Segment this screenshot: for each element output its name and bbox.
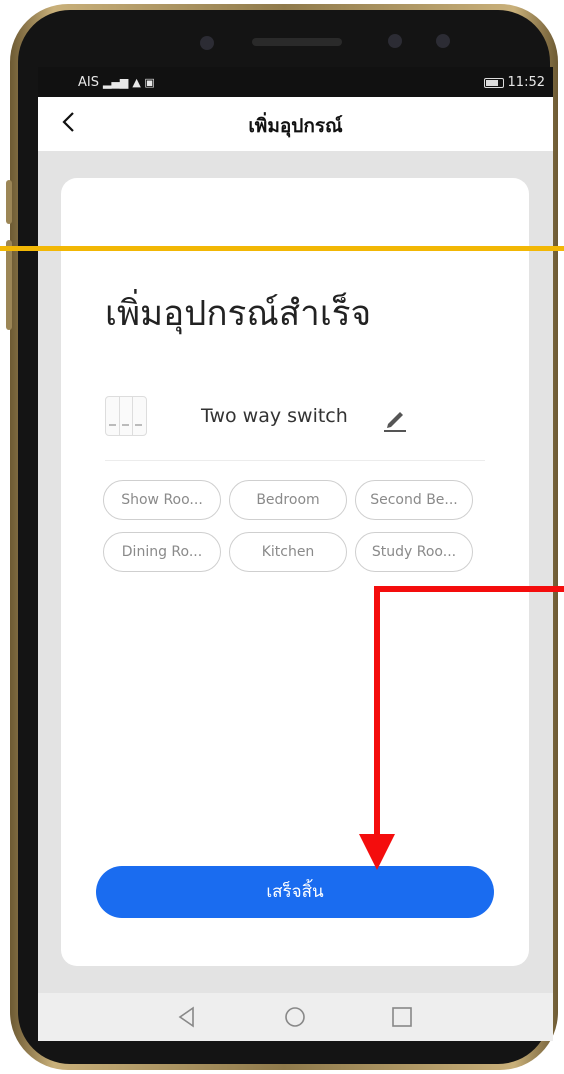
power-button: [6, 240, 12, 330]
room-chip-kitchen[interactable]: Kitchen: [229, 532, 347, 572]
annotation-arrow-vertical: [374, 586, 380, 838]
battery-icon: [483, 77, 504, 88]
signal-icon: ▂▄▆: [102, 76, 129, 89]
home-circle-icon[interactable]: [283, 1005, 307, 1029]
done-button[interactable]: เสร็จสิ้น: [96, 866, 494, 918]
front-camera: [200, 36, 214, 50]
room-chip-dining-room[interactable]: Dining Ro...: [103, 532, 221, 572]
room-chip-second-bedroom[interactable]: Second Be...: [355, 480, 473, 520]
device-row: Two way switch: [105, 388, 485, 448]
status-bar: AIS ▂▄▆ ▲ ▣ 11:52: [38, 67, 553, 97]
earpiece-speaker: [252, 38, 342, 46]
carrier-label: AIS: [78, 75, 99, 90]
room-chip-show-room[interactable]: Show Roo...: [103, 480, 221, 520]
sensor: [388, 34, 402, 48]
annotation-arrow-head: [359, 834, 395, 870]
device-name: Two way switch: [201, 405, 348, 427]
success-heading: เพิ่มอุปกรณ์สำเร็จ: [105, 294, 372, 334]
system-nav-bar: [38, 993, 553, 1041]
room-chip-bedroom[interactable]: Bedroom: [229, 480, 347, 520]
pencil-edit-icon[interactable]: [380, 404, 410, 434]
top-nav-bar: เพิ่มอุปกรณ์: [38, 97, 553, 151]
success-card: เพิ่มอุปกรณ์สำเร็จ Two way switch Show R…: [61, 178, 529, 966]
room-chip-study-room[interactable]: Study Roo...: [355, 532, 473, 572]
annotation-arrow-horizontal: [374, 586, 564, 592]
screen: AIS ▂▄▆ ▲ ▣ 11:52 เพิ่มอุปกรณ์ เพิ่มอุปก…: [38, 67, 553, 1041]
page-title: เพิ่มอุปกรณ์: [248, 115, 343, 137]
notification-icon: ▲ ▣: [132, 76, 155, 89]
sensor-2: [436, 34, 450, 48]
annotation-highlight-line: [0, 246, 564, 251]
clock: 11:52: [507, 75, 545, 90]
volume-button: [6, 180, 12, 224]
switch-device-icon: [105, 396, 147, 436]
divider: [105, 460, 485, 461]
recent-apps-square-icon[interactable]: [390, 1005, 414, 1029]
back-triangle-icon[interactable]: [175, 1005, 199, 1029]
